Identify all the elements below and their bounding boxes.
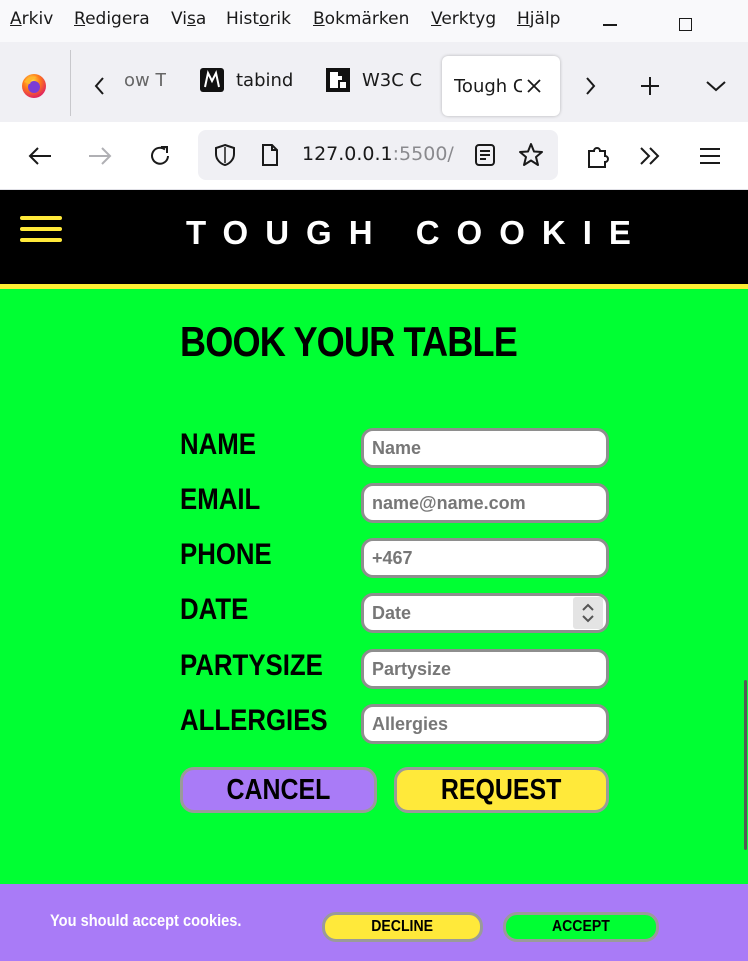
close-icon[interactable] — [526, 78, 542, 94]
address-bar[interactable]: 127.0.0.1:5500/i — [198, 130, 558, 180]
cookie-banner: You should accept cookies. DECLINE ACCEP… — [0, 884, 748, 961]
tab-item[interactable]: W3C C — [326, 56, 422, 104]
decline-label: DECLINE — [371, 918, 434, 935]
firefox-view-button[interactable] — [20, 72, 48, 100]
tab-title: W3C C — [362, 69, 422, 91]
allergies-label: ALLERGIES — [180, 704, 328, 737]
chevron-left-icon — [94, 77, 104, 95]
hamburger-bar — [20, 238, 62, 242]
reader-view-icon[interactable] — [474, 143, 496, 167]
reload-button[interactable] — [146, 142, 174, 170]
tabs-scroll-right-button[interactable] — [576, 72, 604, 100]
app-menu-button[interactable] — [696, 142, 724, 170]
hamburger-bar — [20, 216, 62, 220]
reload-icon — [151, 146, 169, 165]
firefox-icon — [22, 74, 46, 98]
decline-cookies-button[interactable]: DECLINE — [322, 912, 483, 942]
phone-label: PHONE — [180, 538, 272, 571]
menu-verktyg[interactable]: Verktyg — [431, 9, 496, 29]
request-button[interactable]: REQUEST — [394, 767, 609, 813]
site-brand[interactable]: TOUGH COOKIE — [186, 214, 648, 252]
w3c-puzzle-icon — [326, 68, 350, 92]
tab-item[interactable]: tabind — [200, 56, 296, 104]
menu-visa[interactable]: Visa — [171, 9, 206, 29]
date-spinner[interactable] — [573, 597, 603, 629]
m-logo-icon — [200, 68, 224, 92]
menu-arkiv[interactable]: Arkiv — [10, 9, 53, 29]
arrow-right-icon — [89, 147, 112, 165]
shield-icon[interactable] — [214, 143, 236, 167]
tab-title: tabind — [236, 69, 294, 91]
phone-field[interactable] — [361, 538, 609, 578]
tab-item[interactable]: ow T — [124, 56, 174, 104]
partysize-label: PARTYSIZE — [180, 649, 323, 682]
tab-title: ow T — [124, 69, 167, 91]
accept-cookies-button[interactable]: ACCEPT — [503, 912, 659, 942]
cookie-message: You should accept cookies. — [50, 911, 242, 930]
menu-historik[interactable]: Historik — [226, 9, 291, 29]
header-divider — [0, 284, 748, 289]
hamburger-menu-icon — [700, 148, 720, 164]
page-scrollbar[interactable] — [744, 680, 747, 850]
tabs-scroll-left-button[interactable] — [86, 72, 114, 100]
cancel-button[interactable]: CANCEL — [180, 767, 377, 813]
new-tab-button[interactable] — [636, 72, 664, 100]
page-icon[interactable] — [260, 143, 280, 167]
minimize-button[interactable] — [603, 24, 617, 26]
menu-hjalp[interactable]: Hjälp — [517, 9, 560, 29]
email-label: EMAIL — [180, 483, 261, 516]
tab-title: Tough C — [454, 75, 522, 97]
extensions-button[interactable] — [584, 142, 612, 170]
url-text[interactable]: 127.0.0.1:5500/i — [302, 143, 454, 165]
site-header: TOUGH COOKIE — [0, 190, 748, 289]
tab-bar: ow T tabind W3C C Tough C — [0, 42, 748, 122]
back-button[interactable] — [26, 142, 54, 170]
chevron-down-icon — [706, 81, 726, 92]
menu-bar: Arkiv Redigera Visa Historik Bokmärken V… — [0, 0, 748, 42]
date-label: DATE — [180, 593, 249, 626]
puzzle-icon — [588, 147, 609, 168]
tab-item-active[interactable]: Tough C — [442, 56, 560, 116]
list-all-tabs-button[interactable] — [702, 72, 730, 100]
allergies-field[interactable] — [361, 704, 609, 744]
chevron-up-icon[interactable] — [581, 603, 595, 612]
chevron-down-icon[interactable] — [581, 614, 595, 623]
tab-separator — [70, 50, 71, 116]
bookmark-star-icon[interactable] — [518, 142, 544, 168]
menu-bokmarken[interactable]: Bokmärken — [313, 9, 409, 29]
chevron-right-icon — [586, 77, 596, 95]
menu-redigera[interactable]: Redigera — [74, 9, 150, 29]
name-label: NAME — [180, 428, 256, 461]
overflow-menu-button[interactable] — [636, 142, 664, 170]
date-field[interactable] — [361, 593, 609, 633]
double-chevron-right-icon — [640, 147, 660, 165]
name-field[interactable] — [361, 428, 609, 468]
site-menu-button[interactable] — [20, 216, 62, 246]
forward-button[interactable] — [86, 142, 114, 170]
partysize-field[interactable] — [361, 649, 609, 689]
arrow-left-icon — [28, 147, 51, 165]
cancel-button-label: CANCEL — [226, 773, 331, 806]
maximize-button[interactable] — [679, 18, 692, 31]
email-field[interactable] — [361, 483, 609, 523]
accept-label: ACCEPT — [552, 918, 610, 935]
hamburger-bar — [20, 227, 62, 231]
request-button-label: REQUEST — [441, 773, 562, 806]
plus-icon — [641, 77, 659, 95]
navigation-bar: 127.0.0.1:5500/i — [0, 122, 748, 190]
page-title: BOOK YOUR TABLE — [180, 318, 518, 365]
